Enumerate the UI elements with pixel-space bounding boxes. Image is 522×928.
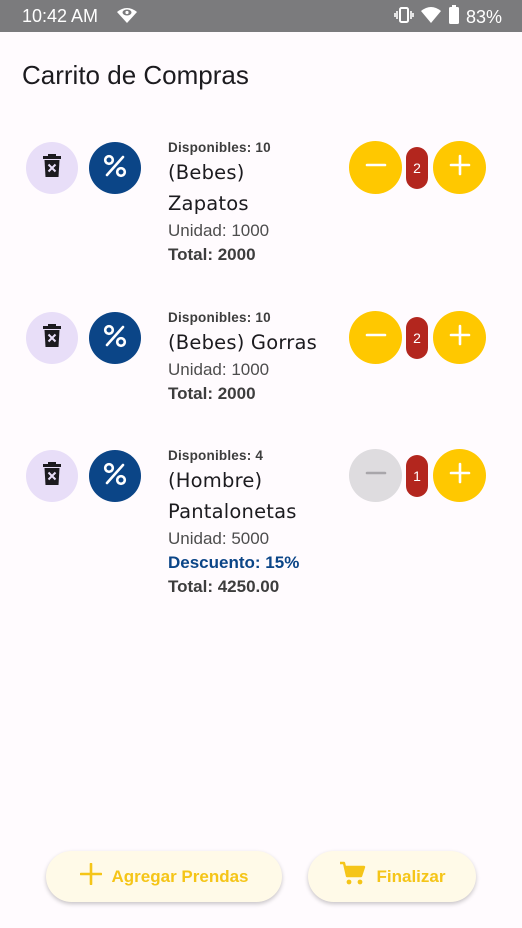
quantity-badge: 2	[406, 317, 428, 359]
wifi-icon	[420, 6, 442, 29]
status-icons: 83%	[394, 5, 502, 30]
add-items-button[interactable]: Agregar Prendas	[46, 851, 282, 902]
page-title: Carrito de Compras	[22, 60, 249, 90]
delete-button[interactable]	[26, 312, 78, 364]
item-name-line1: (Bebes) Gorras	[168, 331, 317, 354]
increase-quantity-button[interactable]	[433, 449, 486, 502]
battery-icon	[448, 5, 460, 30]
increase-quantity-button[interactable]	[433, 311, 486, 364]
vibrate-icon	[394, 6, 414, 29]
decrease-quantity-button[interactable]	[349, 311, 402, 364]
discount-button[interactable]	[89, 142, 141, 194]
discount-button[interactable]	[89, 450, 141, 502]
plus-icon	[449, 462, 471, 489]
minus-icon	[365, 324, 387, 351]
item-discount: Descuento: 15%	[168, 553, 300, 572]
item-unit-price: Unidad: 1000	[168, 360, 270, 379]
discount-button[interactable]	[89, 312, 141, 364]
status-time: 10:42 AM	[22, 6, 99, 26]
delete-icon	[42, 153, 62, 183]
percent-icon	[102, 461, 128, 492]
item-name: (Bebes) Zapatos	[168, 157, 271, 219]
item-name-line1: (Hombre)	[168, 469, 263, 492]
item-available: Disponibles: 4	[168, 448, 264, 463]
battery-percent: 83%	[465, 7, 502, 27]
item-total: Total: 4250.00	[168, 577, 280, 596]
item-name: (Hombre) Pantalonetas	[168, 465, 299, 527]
minus-icon	[365, 154, 387, 181]
plus-icon	[79, 862, 102, 890]
finish-button[interactable]: Finalizar	[308, 851, 476, 902]
delete-button[interactable]	[26, 450, 78, 502]
eye-icon	[116, 6, 138, 29]
percent-icon	[102, 153, 128, 184]
add-items-label: Agregar Prendas	[111, 866, 249, 886]
percent-icon	[102, 323, 128, 354]
item-name-line2: Pantalonetas	[168, 500, 297, 523]
status-bar: 10:42 AM 83%	[0, 0, 522, 32]
item-available: Disponibles: 10	[168, 310, 271, 325]
item-info: Disponibles: 10 (Bebes) Zapatos Unidad: …	[168, 140, 271, 267]
item-available: Disponibles: 10	[168, 140, 271, 155]
item-unit-price: Unidad: 5000	[168, 529, 270, 548]
item-name: (Bebes) Gorras	[168, 327, 317, 358]
item-unit-price: Unidad: 1000	[168, 221, 270, 240]
minus-icon	[365, 462, 387, 489]
finish-label: Finalizar	[376, 866, 446, 886]
item-info: Disponibles: 10 (Bebes) Gorras Unidad: 1…	[168, 310, 317, 406]
decrease-quantity-button[interactable]	[349, 141, 402, 194]
plus-icon	[449, 154, 471, 181]
delete-button[interactable]	[26, 142, 78, 194]
increase-quantity-button[interactable]	[433, 141, 486, 194]
delete-icon	[42, 323, 62, 353]
item-info: Disponibles: 4 (Hombre) Pantalonetas Uni…	[168, 448, 299, 599]
quantity-badge: 1	[406, 455, 428, 497]
plus-icon	[449, 324, 471, 351]
item-total: Total: 2000	[168, 245, 256, 264]
item-name-line2: Zapatos	[168, 192, 249, 215]
decrease-quantity-button[interactable]	[349, 449, 402, 502]
delete-icon	[42, 461, 62, 491]
quantity-badge: 2	[406, 147, 428, 189]
item-total: Total: 2000	[168, 384, 256, 403]
item-name-line1: (Bebes)	[168, 161, 245, 184]
cart-icon	[339, 861, 367, 892]
